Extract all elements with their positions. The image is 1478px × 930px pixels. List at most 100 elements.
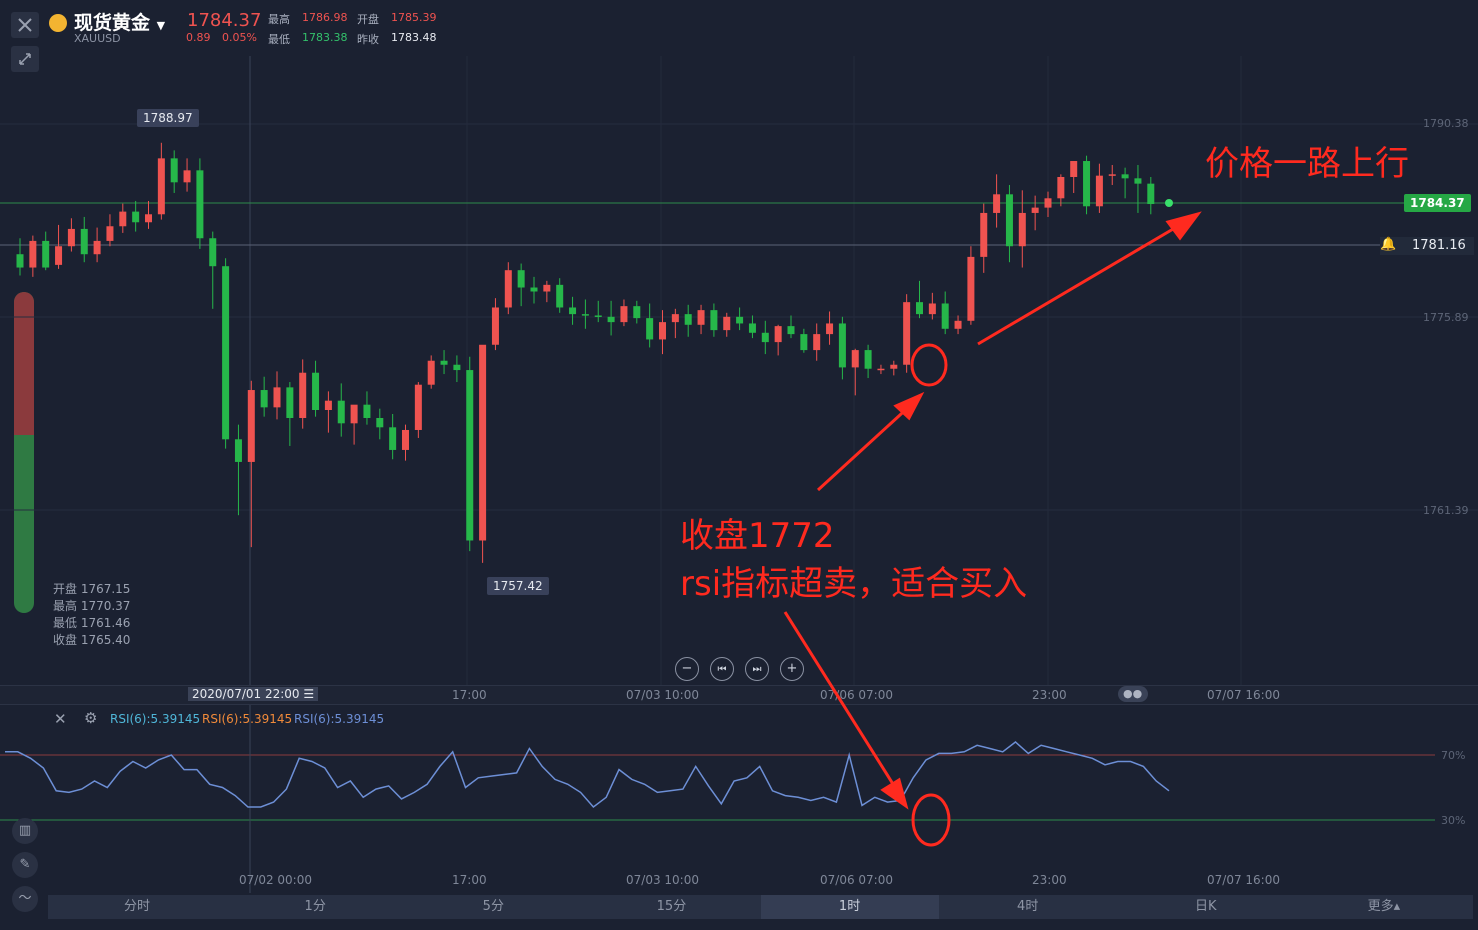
prev-close-value: 1783.48 — [391, 31, 437, 44]
tab-daily[interactable]: 日K — [1117, 895, 1295, 919]
candle-body — [1095, 175, 1103, 207]
tab-1min[interactable]: 1分 — [226, 895, 404, 919]
price-change: 0.89 — [186, 31, 211, 44]
candle-body — [1147, 183, 1155, 205]
candle-tool-button[interactable]: ▥ — [12, 818, 38, 844]
ohlc-low: 最低 1761.46 — [53, 616, 131, 630]
low-value: 1783.38 — [302, 31, 348, 44]
chevron-down-icon: ▼ — [156, 19, 166, 32]
candle-body — [659, 322, 666, 340]
candle-body — [633, 306, 641, 319]
tab-15min[interactable]: 15分 — [582, 895, 760, 919]
current-price-tag: 1784.37 — [1404, 194, 1471, 212]
candle-body — [594, 315, 602, 317]
close-chart-button[interactable] — [11, 12, 39, 38]
candle-body — [1083, 161, 1091, 207]
tab-4hour[interactable]: 4时 — [939, 895, 1117, 919]
candle-body — [414, 384, 422, 430]
rsi-chart[interactable] — [0, 705, 1478, 893]
time-axis-label: 07/02 00:00 — [239, 873, 312, 887]
candle-body — [1031, 207, 1039, 213]
candle-body — [967, 256, 975, 321]
candle-body — [530, 287, 538, 292]
candle-body — [761, 332, 769, 343]
candle-body — [55, 246, 63, 265]
candle-body — [736, 316, 744, 324]
candle-body — [543, 284, 551, 292]
instrument-name-dropdown[interactable]: 现货黄金 ▼ — [74, 8, 165, 35]
candle-body — [517, 270, 525, 288]
candle-body — [864, 350, 872, 369]
crosshair-time: 2020/07/01 22:00 — [192, 687, 300, 701]
plus-icon: + — [786, 661, 798, 676]
annotation-trend: 价格一路上行 — [1205, 144, 1409, 184]
candle-body — [671, 314, 679, 323]
scroll-end-button[interactable]: ⏭ — [745, 657, 769, 681]
alert-price-tag[interactable]: 🔔 1781.16 — [1380, 237, 1474, 255]
price-axis-label: 1761.39 — [1423, 504, 1469, 517]
annotation-close: 收盘1772 — [680, 516, 835, 556]
crosshair-time-label: 2020/07/01 22:00 ☰ — [188, 687, 319, 701]
time-axis-label: 07/03 10:00 — [626, 873, 699, 887]
ohlc-close: 收盘 1765.40 — [53, 633, 131, 647]
minus-icon: − — [681, 661, 693, 676]
instrument-symbol: XAUUSD — [74, 32, 121, 45]
candle-body — [363, 404, 371, 418]
candle-body — [119, 211, 127, 227]
candle-body — [928, 303, 936, 315]
annotation-rsi-note: rsi指标超卖，适合买入 — [680, 564, 1028, 604]
indicator-tool-button[interactable]: 〜 — [12, 886, 38, 912]
high-label: 最高 — [268, 13, 290, 26]
candle-body — [800, 334, 808, 351]
candle-body — [312, 372, 320, 411]
candle-body — [504, 270, 512, 308]
candles-group — [16, 142, 1155, 563]
time-axis-label: 23:00 — [1032, 688, 1067, 702]
candle-body — [145, 214, 152, 223]
candle-body — [1018, 212, 1026, 247]
zoom-out-button[interactable]: − — [675, 657, 699, 681]
scroll-start-button[interactable]: ⏮ — [710, 657, 734, 681]
instrument-name: 现货黄金 — [74, 12, 151, 34]
candle-body — [324, 400, 332, 411]
candle-body — [774, 326, 782, 343]
candle-body — [1057, 176, 1065, 199]
tab-5min[interactable]: 5分 — [404, 895, 582, 919]
candle-body — [299, 372, 307, 418]
candle-body — [723, 316, 731, 331]
skip-back-icon: ⏮ — [717, 664, 727, 675]
prev-close-label: 昨收 — [357, 33, 379, 46]
panel-toggle-button[interactable]: ●● — [1118, 686, 1148, 702]
candle-body — [234, 439, 242, 462]
tab-1hour[interactable]: 1时 — [760, 895, 939, 919]
candle-body — [402, 429, 409, 450]
time-axis-label: 07/07 16:00 — [1207, 873, 1280, 887]
candle-body — [132, 211, 140, 223]
candle-body — [453, 364, 461, 371]
dots-icon: ●● — [1123, 687, 1143, 700]
pencil-icon: ✎ — [19, 857, 31, 872]
candle-body — [29, 240, 37, 268]
price-axis-label: 1775.89 — [1423, 311, 1469, 324]
candle-body — [273, 387, 281, 408]
low-label: 最低 — [268, 33, 290, 46]
zoom-in-button[interactable]: + — [780, 657, 804, 681]
draw-tool-button[interactable]: ✎ — [12, 852, 38, 878]
tab-more[interactable]: 更多▴ — [1295, 895, 1473, 919]
candle-body — [813, 334, 821, 351]
alert-price-value: 1781.16 — [1412, 238, 1466, 253]
candlestick-icon: ▥ — [18, 823, 32, 838]
candle-body — [1044, 198, 1052, 208]
open-label: 开盘 — [357, 13, 379, 26]
time-axis-label: 23:00 — [1032, 873, 1067, 887]
time-axis-label: 07/07 16:00 — [1207, 688, 1280, 702]
candle-body — [646, 318, 654, 340]
candle-body — [890, 364, 898, 369]
skip-forward-icon: ⏭ — [752, 664, 762, 675]
candle-body — [389, 427, 397, 450]
tab-timeshare[interactable]: 分时 — [48, 895, 226, 919]
candle-body — [607, 316, 615, 323]
candle-body — [491, 307, 499, 345]
ohlc-panel: 开盘 1767.15 最高 1770.37 最低 1761.46 收盘 1765… — [53, 581, 130, 649]
candle-body — [556, 284, 564, 308]
